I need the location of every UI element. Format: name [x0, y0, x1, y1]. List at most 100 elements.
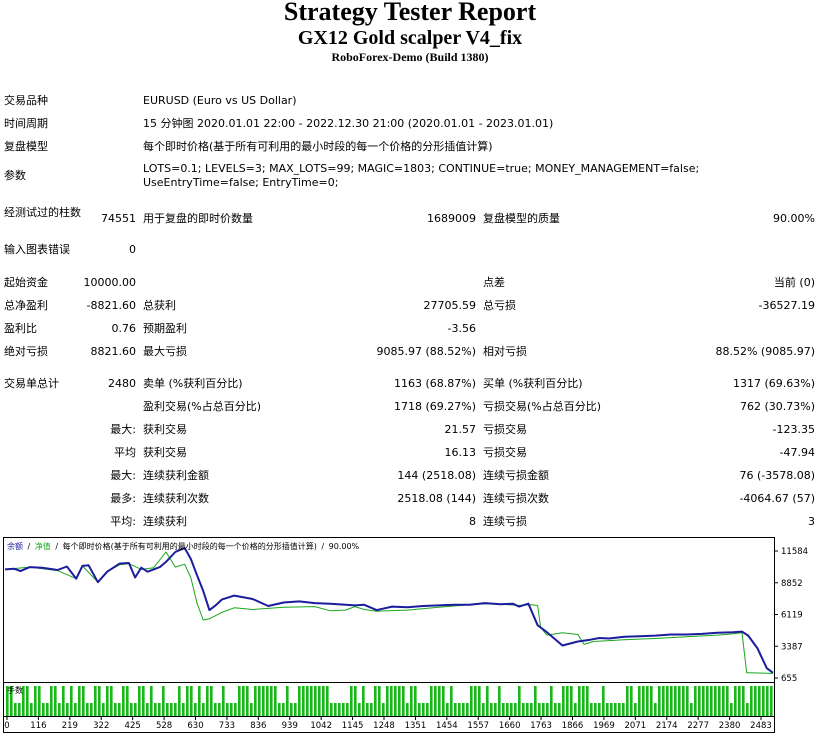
volume-bar [258, 686, 261, 716]
volume-bar [506, 703, 509, 716]
volume-bar [718, 686, 721, 716]
profit-factor-value: 0.76 [111, 322, 137, 335]
volume-bar [330, 703, 333, 716]
volume-bar [414, 686, 417, 716]
volume-bar [310, 686, 313, 716]
volume-bar [298, 686, 301, 716]
params-label: 参数 [4, 169, 26, 182]
gross-profit-label: 总获利 [143, 299, 176, 312]
avg-cons-losses-label: 连续亏损 [483, 515, 527, 528]
volume-bar [538, 703, 541, 716]
volume-bar [510, 703, 513, 716]
avg-profit-value: 16.13 [444, 446, 477, 459]
max-losses-value: 76 (-3578.08) [739, 469, 815, 482]
volume-bar [210, 686, 213, 716]
volume-bar [350, 686, 353, 716]
volume-bar [482, 703, 485, 716]
volume-bar [638, 686, 641, 716]
x-tick-label: 2071 [625, 721, 647, 731]
spread-label: 点差 [483, 276, 505, 289]
avg-loss-value: -47.94 [779, 446, 815, 459]
volume-bar [446, 703, 449, 716]
volume-bar [438, 686, 441, 716]
volume-bar [26, 686, 29, 716]
x-tick-label: 1145 [342, 721, 364, 731]
long-trades-value: 1317 (69.63%) [732, 377, 815, 390]
volume-bar [278, 703, 281, 716]
volume-bar [202, 703, 205, 716]
volume-bar [178, 686, 181, 716]
average-label: 平均 [114, 446, 136, 459]
volume-bar [578, 686, 581, 716]
volume-bar [502, 703, 505, 716]
x-tick-label: 1248 [373, 721, 395, 731]
x-tick-label: 219 [62, 721, 78, 731]
volume-bar [646, 686, 649, 716]
profit-trades-label: 盈利交易(%占总百分比) [143, 400, 262, 413]
volume-bar [134, 703, 137, 716]
x-tick-label: 2277 [687, 721, 709, 731]
total-trades-label: 交易单总计 [4, 377, 59, 390]
volume-bar [294, 703, 297, 716]
volume-bar [302, 686, 305, 716]
volume-bar [642, 686, 645, 716]
volume-bar [234, 703, 237, 716]
max-wins-value: 144 (2518.08) [397, 469, 476, 482]
volume-bar [130, 703, 133, 716]
volume-bar [18, 703, 21, 716]
volume-bar [250, 703, 253, 716]
quality-value: 90.00% [773, 212, 815, 225]
volume-bar [474, 686, 477, 716]
volume-bar [746, 703, 749, 716]
abs-drawdown-value: 8821.60 [90, 345, 137, 358]
volume-bar [290, 703, 293, 716]
volume-bar [554, 703, 557, 716]
x-tick-label: 425 [125, 721, 141, 731]
max-drawdown-label: 最大亏损 [143, 345, 187, 358]
errors-value: 0 [129, 243, 136, 256]
volume-bar [730, 703, 733, 716]
volume-bar [710, 686, 713, 716]
volume-bar [758, 686, 761, 716]
volume-bar [738, 686, 741, 716]
bars-value: 74551 [101, 212, 136, 225]
volume-bar [674, 686, 677, 716]
legend-equity: 净值 [35, 541, 51, 551]
volume-bar [158, 703, 161, 716]
legend-model: 每个即时价格(基于所有可利用的最小时段的每一个价格的分形插值计算) [63, 541, 317, 551]
volume-bar [306, 686, 309, 716]
model-value: 每个即时价格(基于所有可利用的最小时段的每一个价格的分形插值计算) [143, 140, 493, 153]
volume-bar [114, 703, 117, 716]
profit-factor-label: 盈利比 [4, 322, 37, 335]
volume-bar [270, 686, 273, 716]
volume-bar [226, 703, 229, 716]
volume-bar [382, 703, 385, 716]
deposit-value: 10000.00 [83, 276, 137, 289]
balance-chart: 11584 8852 6119 3387 655 0 116 219 322 425 528 630… [3, 537, 808, 733]
volume-bar [86, 703, 89, 716]
avg-cons-wins-value: 8 [469, 515, 476, 528]
x-tick-label: 1557 [467, 721, 489, 731]
profit-trades-value: 1718 (69.27%) [393, 400, 476, 413]
abs-drawdown-label: 绝对亏损 [4, 345, 48, 358]
x-tick-label: 528 [156, 721, 172, 731]
x-tick-label: 1763 [530, 721, 552, 731]
x-tick-label: 2483 [750, 721, 772, 731]
volume-bar [150, 686, 153, 716]
period-label: 时间周期 [4, 117, 48, 130]
volume-bar [550, 686, 553, 716]
maximal-loss-value: -4064.67 (57) [739, 492, 815, 505]
volume-bar [750, 686, 753, 716]
y-tick-label: 8852 [781, 579, 803, 589]
volume-bar [410, 686, 413, 716]
volume-bar [110, 686, 113, 716]
max-drawdown-value: 9085.97 (88.52%) [376, 345, 476, 358]
x-tick-label: 1660 [499, 721, 521, 731]
volume-bar [490, 703, 493, 716]
volume-bar [614, 703, 617, 716]
volume-bar [566, 686, 569, 716]
volume-bar [14, 703, 17, 716]
volume-bar [590, 703, 593, 716]
largest-profit-label: 获利交易 [143, 423, 187, 436]
legend-quality: 90.00% [329, 542, 360, 551]
